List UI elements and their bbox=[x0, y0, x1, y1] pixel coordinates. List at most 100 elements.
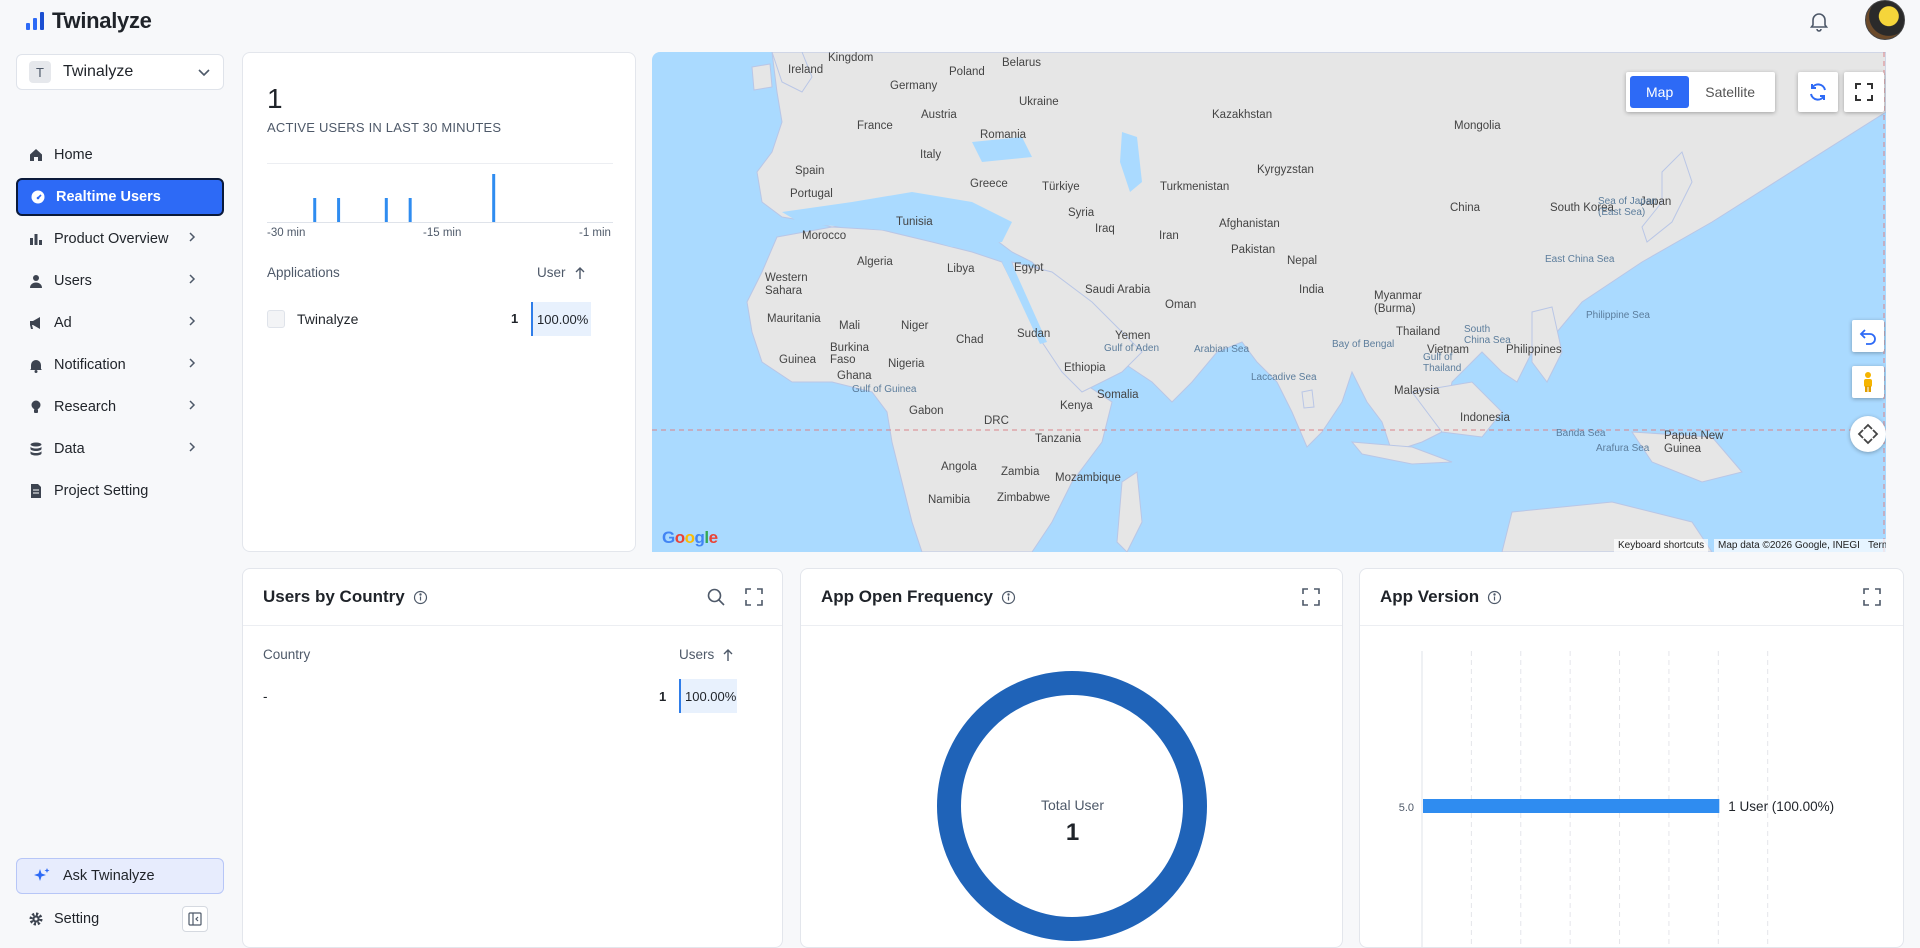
notification-bell-icon[interactable] bbox=[1807, 9, 1831, 33]
application-user-percent: 100.00% bbox=[531, 302, 591, 336]
fullscreen-icon bbox=[744, 587, 764, 607]
info-icon[interactable] bbox=[1487, 590, 1502, 605]
map-label: Namibia bbox=[928, 494, 971, 506]
keyboard-shortcuts-link[interactable]: Keyboard shortcuts bbox=[1614, 539, 1709, 552]
app-version-card: App Version 5.0 1 User (100.00%) bbox=[1359, 568, 1904, 948]
top-bar: Twinalyze bbox=[0, 0, 1920, 44]
map-label: Germany bbox=[890, 80, 938, 92]
user-avatar[interactable] bbox=[1865, 0, 1905, 40]
map-label: Tanzania bbox=[1035, 433, 1082, 445]
pegman-icon bbox=[1860, 371, 1876, 393]
user-location-map[interactable]: Kingdom Ireland Belarus Poland Germany U… bbox=[652, 52, 1886, 552]
bar-chart-icon bbox=[28, 231, 44, 247]
card-divider bbox=[243, 625, 782, 626]
ask-label: Ask Twinalyze bbox=[63, 868, 155, 884]
map-label: France bbox=[857, 120, 893, 132]
app-open-frequency-card: App Open Frequency Total User 1 bbox=[800, 568, 1343, 948]
sidebar-item-project-setting[interactable]: Project Setting bbox=[16, 472, 224, 510]
project-selector[interactable]: T Twinalyze bbox=[16, 54, 224, 90]
map-label: Greece bbox=[970, 178, 1008, 190]
map-label: Papua New Guinea bbox=[1664, 430, 1724, 455]
sidebar-item-ad[interactable]: Ad bbox=[16, 304, 224, 342]
map-label: Oman bbox=[1165, 299, 1197, 311]
realtime-bar bbox=[337, 198, 341, 222]
sparkle-icon bbox=[33, 867, 51, 885]
map-label: Ghana bbox=[837, 370, 872, 382]
sidebar-item-realtime-users[interactable]: Realtime Users bbox=[16, 178, 224, 216]
sort-arrow-up-icon bbox=[574, 266, 586, 280]
map-reset-view-button[interactable] bbox=[1852, 320, 1884, 352]
map-label: Zimbabwe bbox=[997, 492, 1051, 504]
map-label: Ireland bbox=[788, 64, 824, 76]
street-view-pegman-button[interactable] bbox=[1852, 366, 1884, 398]
expand-button[interactable] bbox=[1299, 585, 1323, 609]
tick-label: -15 min bbox=[423, 227, 462, 239]
sidebar-item-notification[interactable]: Notification bbox=[16, 346, 224, 384]
card-title: App Open Frequency bbox=[821, 587, 1016, 607]
megaphone-icon bbox=[28, 315, 44, 331]
map-label: Poland bbox=[949, 66, 985, 78]
map-label: Syria bbox=[1068, 207, 1095, 219]
project-name: Twinalyze bbox=[63, 63, 134, 80]
map-label: DRC bbox=[984, 415, 1009, 427]
expand-button[interactable] bbox=[1860, 585, 1884, 609]
map-label: Afghanistan bbox=[1219, 218, 1280, 230]
sea-label: Gulf of Guinea bbox=[852, 384, 917, 395]
sidebar-item-home[interactable]: Home bbox=[16, 136, 224, 174]
map-label: Italy bbox=[920, 149, 942, 161]
sea-label: South China Sea bbox=[1464, 324, 1511, 346]
map-type-satellite-button[interactable]: Satellite bbox=[1689, 76, 1771, 108]
expand-button[interactable] bbox=[742, 585, 766, 609]
map-type-control: Map Satellite bbox=[1626, 72, 1776, 112]
user-icon bbox=[28, 273, 44, 289]
chevron-right-icon bbox=[186, 231, 202, 247]
sea-label: Gulf of Thailand bbox=[1423, 352, 1462, 374]
map-label: China bbox=[1450, 202, 1481, 214]
map-fullscreen-button[interactable] bbox=[1844, 72, 1884, 112]
map-label: Yemen bbox=[1115, 330, 1151, 342]
map-label: Zambia bbox=[1001, 466, 1040, 478]
sidebar-item-label: Home bbox=[54, 147, 93, 163]
map-type-map-button[interactable]: Map bbox=[1630, 76, 1690, 108]
sea-label: Banda Sea bbox=[1556, 428, 1606, 439]
map-label: Mozambique bbox=[1055, 472, 1121, 484]
country-user-percent: 100.00% bbox=[679, 679, 737, 713]
application-row[interactable]: Twinalyze 1 100.00% bbox=[267, 301, 613, 336]
ireland-landmass bbox=[751, 63, 773, 91]
ask-twinalyze-button[interactable]: Ask Twinalyze bbox=[16, 858, 224, 894]
terms-link[interactable]: Terms bbox=[1864, 539, 1886, 552]
map-label: Turkmenistan bbox=[1160, 181, 1230, 193]
bell-icon bbox=[28, 357, 44, 373]
collapse-sidebar-button[interactable] bbox=[182, 906, 208, 932]
map-camera-control[interactable] bbox=[1850, 416, 1886, 452]
collapse-panel-icon bbox=[188, 912, 202, 926]
sidebar-item-users[interactable]: Users bbox=[16, 262, 224, 300]
sidebar-item-research[interactable]: Research bbox=[16, 388, 224, 426]
user-column-header[interactable]: User bbox=[537, 265, 586, 280]
sidebar-item-label: Data bbox=[54, 441, 85, 457]
fullscreen-icon bbox=[1862, 587, 1882, 607]
map-refresh-button[interactable] bbox=[1798, 72, 1838, 112]
fullscreen-icon bbox=[1855, 83, 1873, 101]
application-user-count: 1 bbox=[511, 311, 519, 326]
chevron-right-icon bbox=[186, 357, 202, 373]
app-logo[interactable]: Twinalyze bbox=[24, 8, 152, 34]
applications-header: Applications User bbox=[267, 265, 613, 285]
sidebar-item-product-overview[interactable]: Product Overview bbox=[16, 220, 224, 258]
card-divider bbox=[1360, 625, 1903, 626]
map-data-attribution: Map data ©2026 Google, INEGI bbox=[1714, 539, 1864, 552]
users-by-country-title: Users by Country bbox=[263, 587, 405, 606]
map-label: Gabon bbox=[909, 405, 944, 417]
app-version-title: App Version bbox=[1380, 587, 1480, 606]
sidebar-item-data[interactable]: Data bbox=[16, 430, 224, 468]
map-label: Angola bbox=[941, 461, 977, 473]
undo-arrow-icon bbox=[1859, 327, 1877, 345]
info-icon[interactable] bbox=[1001, 590, 1016, 605]
info-icon[interactable] bbox=[413, 590, 428, 605]
users-column-header[interactable]: Users bbox=[679, 647, 734, 662]
bar-data-label: 1 User (100.00%) bbox=[1728, 799, 1834, 814]
realtime-bar bbox=[492, 174, 496, 222]
map-label: Sudan bbox=[1017, 328, 1051, 340]
country-row[interactable]: - 1 100.00% bbox=[263, 677, 743, 715]
search-button[interactable] bbox=[704, 585, 728, 609]
